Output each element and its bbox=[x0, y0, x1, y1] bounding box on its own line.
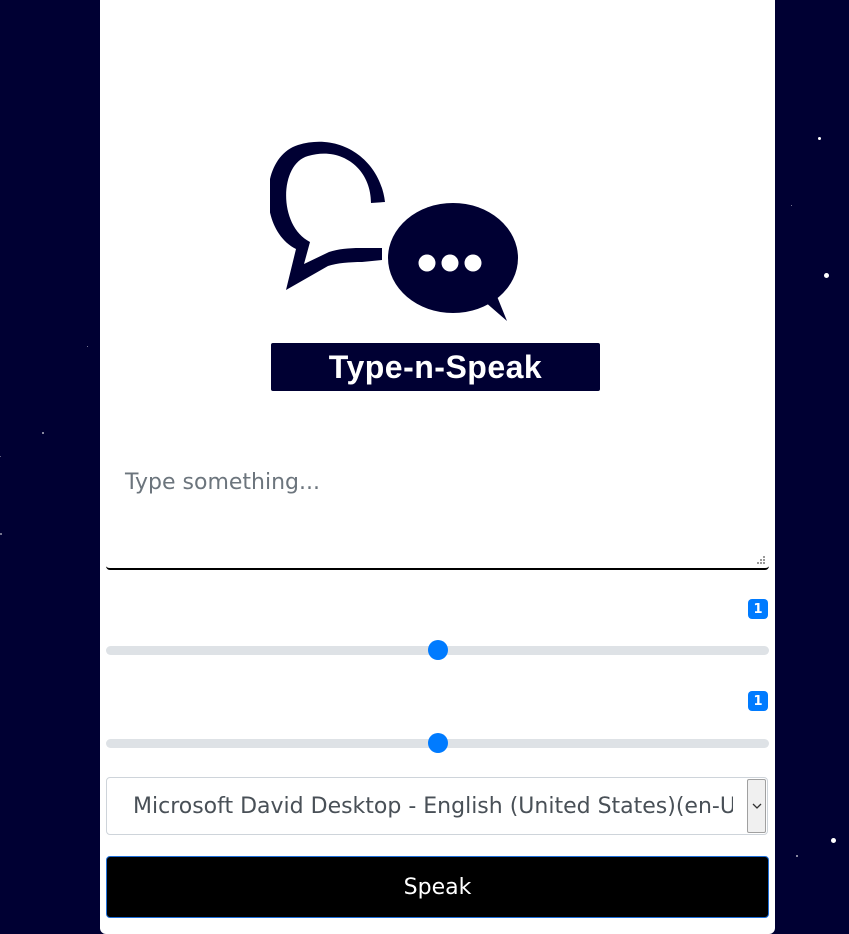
logo-banner: Type-n-Speak bbox=[271, 343, 600, 391]
voice-select-value: Microsoft David Desktop - English (Unite… bbox=[133, 794, 733, 819]
star bbox=[796, 855, 798, 857]
star bbox=[0, 533, 2, 535]
logo-text: Type-n-Speak bbox=[328, 349, 543, 385]
rate-value-badge: 1 bbox=[748, 599, 768, 619]
star bbox=[0, 456, 1, 457]
chevron-down-icon bbox=[752, 803, 761, 809]
pitch-value-badge: 1 bbox=[748, 691, 768, 711]
star bbox=[831, 838, 836, 843]
star bbox=[791, 205, 792, 206]
star bbox=[87, 346, 88, 347]
message-input-wrapper bbox=[106, 436, 769, 570]
chat-bubbles-icon bbox=[270, 141, 518, 321]
app-logo: Type-n-Speak bbox=[270, 124, 602, 392]
message-input[interactable] bbox=[106, 436, 769, 570]
star bbox=[42, 432, 44, 434]
speak-button-label: Speak bbox=[403, 874, 472, 900]
app-card: Type-n-Speak 1 1 Microsoft David Desktop… bbox=[100, 0, 775, 934]
rate-slider[interactable] bbox=[106, 640, 769, 660]
voice-select-dropdown-button[interactable] bbox=[747, 779, 766, 833]
rate-slider-thumb[interactable] bbox=[427, 640, 448, 660]
star bbox=[818, 137, 821, 140]
star bbox=[824, 273, 829, 278]
speak-button[interactable]: Speak bbox=[106, 856, 769, 918]
voice-select[interactable]: Microsoft David Desktop - English (Unite… bbox=[106, 777, 768, 835]
resize-grip-icon[interactable] bbox=[757, 556, 765, 564]
pitch-slider[interactable] bbox=[106, 733, 769, 753]
pitch-slider-thumb[interactable] bbox=[427, 733, 448, 753]
